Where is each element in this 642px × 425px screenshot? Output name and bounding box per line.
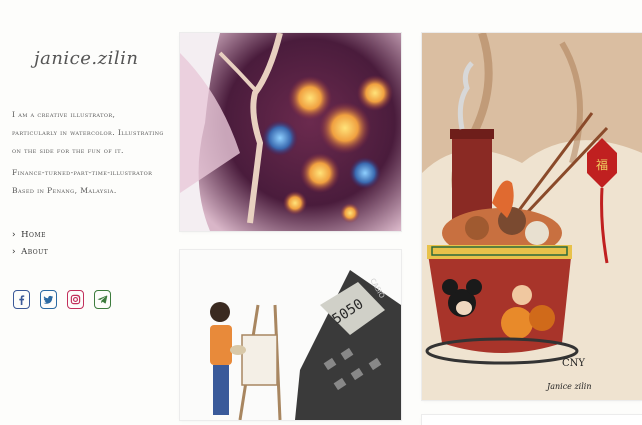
bio-line-5: Based in Penang, Malaysia. xyxy=(12,186,117,195)
bio-intro: I am a creative illustrator, particularl… xyxy=(12,106,172,160)
telegram-link[interactable] xyxy=(94,290,111,309)
cny-label: CNY xyxy=(562,358,585,369)
twitter-link[interactable] xyxy=(40,290,57,309)
ballerina-painting xyxy=(180,33,401,231)
painter-calculator-painting: 5050 CASIO xyxy=(180,250,401,420)
chevron-right-icon: › xyxy=(12,246,17,257)
fu-character: 福 xyxy=(596,157,608,172)
site-logo[interactable]: janice.zilin xyxy=(34,48,138,69)
sidebar: janice.zilin I am a creative illustrator… xyxy=(0,0,175,420)
bio-section: I am a creative illustrator, particularl… xyxy=(12,106,172,204)
nav-item-about[interactable]: › About xyxy=(12,243,48,260)
main-nav: › Home › About xyxy=(12,226,48,260)
artwork-next-peek[interactable] xyxy=(422,415,642,425)
facebook-icon xyxy=(19,295,25,305)
artwork-ballerina-lights[interactable] xyxy=(180,33,401,231)
bio-line-3: on the side for the fun of it. xyxy=(12,146,124,155)
bio-line-2: particularly in watercolor. Illustrating xyxy=(12,128,164,137)
cny-steamboat-painting: 福 CNY Janice zilin xyxy=(422,33,642,400)
artwork-painter-calculator[interactable]: 5050 CASIO xyxy=(180,250,401,420)
artist-signature: Janice zilin xyxy=(545,382,592,391)
nav-about-label: About xyxy=(21,246,49,257)
twitter-icon xyxy=(43,295,54,304)
facebook-link[interactable] xyxy=(13,290,30,309)
instagram-icon xyxy=(70,294,81,305)
bio-line-1: I am a creative illustrator, xyxy=(12,110,116,119)
chevron-right-icon: › xyxy=(12,229,17,240)
telegram-icon xyxy=(97,295,108,304)
bio-line-4: Finance-turned-part-time-illustrator xyxy=(12,168,153,177)
social-links xyxy=(13,290,111,309)
nav-home-label: Home xyxy=(21,229,46,240)
instagram-link[interactable] xyxy=(67,290,84,309)
artwork-cny-steamboat[interactable]: 福 CNY Janice zilin xyxy=(422,33,642,400)
nav-item-home[interactable]: › Home xyxy=(12,226,48,243)
bio-details: Finance-turned-part-time-illustrator Bas… xyxy=(12,164,172,200)
